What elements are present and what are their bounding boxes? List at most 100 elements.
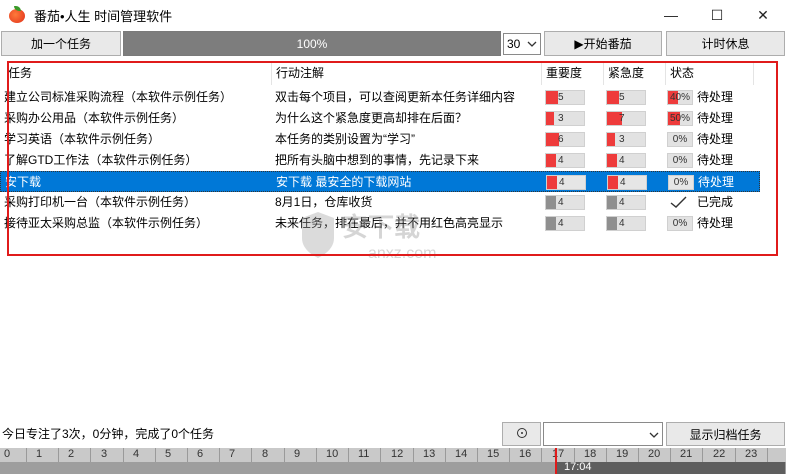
chevron-down-icon: [527, 37, 537, 54]
table-row[interactable]: 学习英语（本软件示例任务） 本任务的类别设置为“学习” 6 3 0% 待处理: [0, 129, 760, 150]
urgency-meter: 7: [606, 111, 646, 126]
table-row[interactable]: 安下载 安下载 最安全的下载网站 4 4 0% 待处理: [0, 171, 760, 192]
importance-meter: 6: [545, 132, 585, 147]
hour-label: 8: [262, 448, 269, 460]
toolbar: 加一个任务 100% 30 ▶开始番茄 计时休息: [0, 31, 786, 57]
importance-value: 6: [558, 134, 564, 145]
task-note: 双击每个项目，可以查阅更新本任务详细内容: [275, 90, 516, 104]
status-badge: 已完成: [697, 195, 734, 209]
progress-value: 0%: [672, 218, 688, 229]
urgency-meter: 4: [606, 153, 646, 168]
hour-label: 2: [68, 448, 75, 460]
table-row[interactable]: 建立公司标准采购流程（本软件示例任务） 双击每个项目，可以查阅更新本任务详细内容 …: [0, 87, 760, 108]
importance-fill: [547, 176, 557, 189]
category-select[interactable]: [543, 422, 663, 446]
importance-fill: [546, 196, 556, 209]
urgency-fill: [607, 154, 617, 167]
importance-value: 3: [558, 113, 564, 124]
hour-divider: [219, 448, 220, 462]
progress-value: 40%: [669, 92, 690, 103]
hour-label: 10: [326, 448, 339, 460]
column-header-note[interactable]: 行动注解: [272, 61, 542, 85]
clock-button[interactable]: [502, 422, 541, 446]
importance-value: 4: [558, 155, 564, 166]
hour-divider: [123, 448, 124, 462]
hour-label: 21: [680, 448, 693, 460]
hour-divider: [638, 448, 639, 462]
day-timeline[interactable]: 0 1 2 3 4 5 6 7 8 9 10 11 12 13 14 15 16 17 18 19 20 21 22 23 1…: [0, 448, 786, 474]
close-button[interactable]: ✕: [740, 0, 786, 30]
hour-label: 7: [229, 448, 236, 460]
maximize-button[interactable]: ☐: [694, 0, 740, 30]
progress-meter: 40%: [667, 90, 693, 105]
importance-fill: [546, 217, 556, 230]
hour-label: 6: [197, 448, 204, 460]
importance-meter: 4: [545, 153, 585, 168]
task-name: 接待亚太采购总监（本软件示例任务）: [4, 216, 209, 230]
daily-summary: 今日专注了3次，0分钟，完成了0个任务: [2, 427, 215, 441]
hour-label: 3: [101, 448, 108, 460]
status-badge: 待处理: [697, 153, 734, 167]
status-badge: 待处理: [697, 132, 734, 146]
progress-meter: 0%: [668, 175, 694, 190]
watermark-text: 安下载: [342, 212, 420, 242]
importance-value: 4: [558, 197, 564, 208]
hour-divider: [702, 448, 703, 462]
column-header-urgency[interactable]: 紧急度: [604, 61, 666, 85]
watermark-sub: anxz.com: [368, 245, 436, 262]
progress-value: 0%: [673, 177, 689, 188]
column-header-importance[interactable]: 重要度: [542, 61, 604, 85]
table-row[interactable]: 了解GTD工作法（本软件示例任务） 把所有头脑中想到的事情，先记录下来 4 4 0…: [0, 150, 760, 171]
urgency-fill: [607, 217, 617, 230]
urgency-value: 3: [619, 134, 625, 145]
hour-divider: [445, 448, 446, 462]
hour-divider: [509, 448, 510, 462]
progress-meter: 50%: [667, 111, 693, 126]
task-name: 采购办公用品（本软件示例任务）: [4, 111, 185, 125]
pomodoro-progress-bar: 100%: [123, 31, 501, 56]
urgency-fill: [607, 196, 617, 209]
urgency-value: 4: [619, 197, 625, 208]
hour-divider: [58, 448, 59, 462]
progress-meter: 0%: [667, 153, 693, 168]
hour-label: 20: [648, 448, 661, 460]
urgency-meter: 3: [606, 132, 646, 147]
hour-divider: [316, 448, 317, 462]
hour-divider: [90, 448, 91, 462]
hour-divider: [155, 448, 156, 462]
importance-meter: 4: [546, 175, 586, 190]
urgency-value: 4: [620, 177, 626, 188]
progress-text: 100%: [296, 36, 328, 51]
minutes-select[interactable]: 30: [503, 33, 541, 55]
hour-divider: [735, 448, 736, 462]
hour-divider: [767, 448, 768, 462]
watermark: 安下载 anxz.com: [298, 204, 488, 264]
add-task-button[interactable]: 加一个任务: [1, 31, 121, 56]
importance-value: 4: [559, 177, 565, 188]
check-icon: [670, 196, 688, 209]
show-archive-button[interactable]: 显示归档任务: [666, 422, 785, 446]
importance-meter: 3: [545, 111, 585, 126]
current-time-marker: [555, 448, 557, 474]
importance-meter: 4: [545, 216, 585, 231]
column-header-task[interactable]: 任务: [4, 61, 272, 85]
hour-label: 4: [133, 448, 140, 460]
progress-value: 0%: [672, 155, 688, 166]
hour-divider: [284, 448, 285, 462]
progress-meter: 0%: [667, 132, 693, 147]
start-tomato-button[interactable]: ▶开始番茄: [544, 31, 662, 56]
minimize-button[interactable]: —: [648, 0, 694, 30]
hour-label: 16: [519, 448, 532, 460]
column-header-status[interactable]: 状态: [666, 61, 754, 85]
task-note: 把所有头脑中想到的事情，先记录下来: [275, 153, 480, 167]
importance-value: 4: [558, 218, 564, 229]
hour-label: 19: [616, 448, 629, 460]
progress-value: 50%: [669, 113, 690, 124]
window-title: 番茄•人生 时间管理软件: [34, 8, 173, 24]
hour-divider: [606, 448, 607, 462]
table-row[interactable]: 采购办公用品（本软件示例任务） 为什么这个紧急度更高却排在后面？ 3 7 50% …: [0, 108, 760, 129]
timed-rest-button[interactable]: 计时休息: [666, 31, 785, 56]
hour-divider: [477, 448, 478, 462]
importance-fill: [546, 154, 556, 167]
urgency-meter: 5: [606, 90, 646, 105]
